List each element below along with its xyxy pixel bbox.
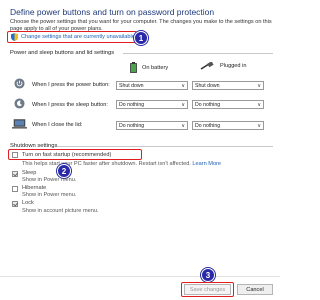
fast-startup-checkbox[interactable] [12, 152, 18, 158]
hibernate-checkbox[interactable] [12, 185, 18, 192]
col-plugged-label: Plugged in [220, 63, 247, 69]
lid-plugged-value: Do nothing [195, 122, 221, 129]
cancel-button[interactable]: Cancel [237, 284, 273, 295]
step-badge-2: 2 [57, 164, 71, 178]
col-head-battery: On battery [130, 62, 168, 73]
chevron-down-icon: ∨ [181, 83, 185, 89]
chevron-down-icon: ∨ [181, 123, 185, 129]
power-plugged-value: Shut down [195, 82, 220, 89]
col-battery-label: On battery [142, 64, 169, 71]
power-battery-select[interactable]: Shut down ∨ [116, 81, 188, 90]
lock-sub: Show in account picture menu. [22, 208, 99, 214]
chevron-down-icon: ∨ [257, 102, 261, 108]
sleep-plugged-value: Do nothing [195, 101, 221, 108]
lid-battery-select[interactable]: Do nothing ∨ [116, 121, 188, 130]
plug-icon [200, 62, 214, 70]
sleep-plugged-select[interactable]: Do nothing ∨ [192, 100, 264, 109]
fast-startup-sub: This helps start your PC faster after sh… [22, 161, 191, 167]
save-changes-button[interactable]: Save changes [184, 284, 231, 295]
power-battery-value: Shut down [119, 82, 144, 89]
page-title: Define power buttons and turn on passwor… [10, 7, 215, 17]
step-badge-3: 3 [201, 268, 215, 282]
lid-battery-value: Do nothing [119, 122, 145, 129]
row-sleep-label: When I press the sleep button: [32, 102, 108, 108]
fast-startup-checkbox-row[interactable]: Turn on fast startup (recommended) [12, 151, 112, 158]
hibernate-checkbox-row[interactable]: Hibernate [12, 185, 46, 192]
hibernate-label: Hibernate [22, 185, 47, 191]
sleep-icon [14, 98, 25, 109]
row-power-label: When I press the power button: [32, 82, 110, 88]
lid-plugged-select[interactable]: Do nothing ∨ [192, 121, 264, 130]
lid-icon [12, 119, 27, 129]
lock-checkbox[interactable] [12, 200, 18, 207]
change-settings-link[interactable]: Change settings that are currently unava… [7, 31, 137, 43]
lock-checkbox-row[interactable]: Lock [12, 200, 34, 207]
learn-more-link[interactable]: Learn More [192, 161, 221, 167]
sleep-checkbox-row[interactable]: Sleep [12, 170, 36, 177]
chevron-down-icon: ∨ [257, 83, 261, 89]
power-icon [14, 78, 25, 89]
change-settings-link-label: Change settings that are currently unava… [21, 34, 135, 40]
col-head-plugged: Plugged in [200, 62, 246, 70]
shutdown-section-divider [57, 146, 273, 147]
hibernate-sub: Show in Power menu. [22, 192, 77, 198]
power-plugged-select[interactable]: Shut down ∨ [192, 81, 264, 90]
chevron-down-icon: ∨ [181, 102, 185, 108]
sleep-sub: Show in Power menu. [22, 177, 77, 183]
sleep-checkbox[interactable] [12, 170, 18, 177]
power-section-divider [123, 53, 273, 54]
footer-divider [0, 276, 280, 277]
battery-icon [130, 62, 137, 73]
sleep-battery-value: Do nothing [119, 101, 145, 108]
sleep-battery-select[interactable]: Do nothing ∨ [116, 100, 188, 109]
chevron-down-icon: ∨ [257, 123, 261, 129]
step-badge-1: 1 [134, 31, 148, 45]
sleep-label: Sleep [22, 170, 37, 176]
fast-startup-description: This helps start your PC faster after sh… [22, 161, 221, 167]
power-section-title: Power and sleep buttons and lid settings [10, 50, 115, 56]
row-lid-label: When I close the lid: [32, 122, 83, 128]
uac-shield-icon [11, 33, 18, 41]
fast-startup-label: Turn on fast startup (recommended) [22, 151, 112, 158]
lock-label: Lock [22, 200, 34, 206]
